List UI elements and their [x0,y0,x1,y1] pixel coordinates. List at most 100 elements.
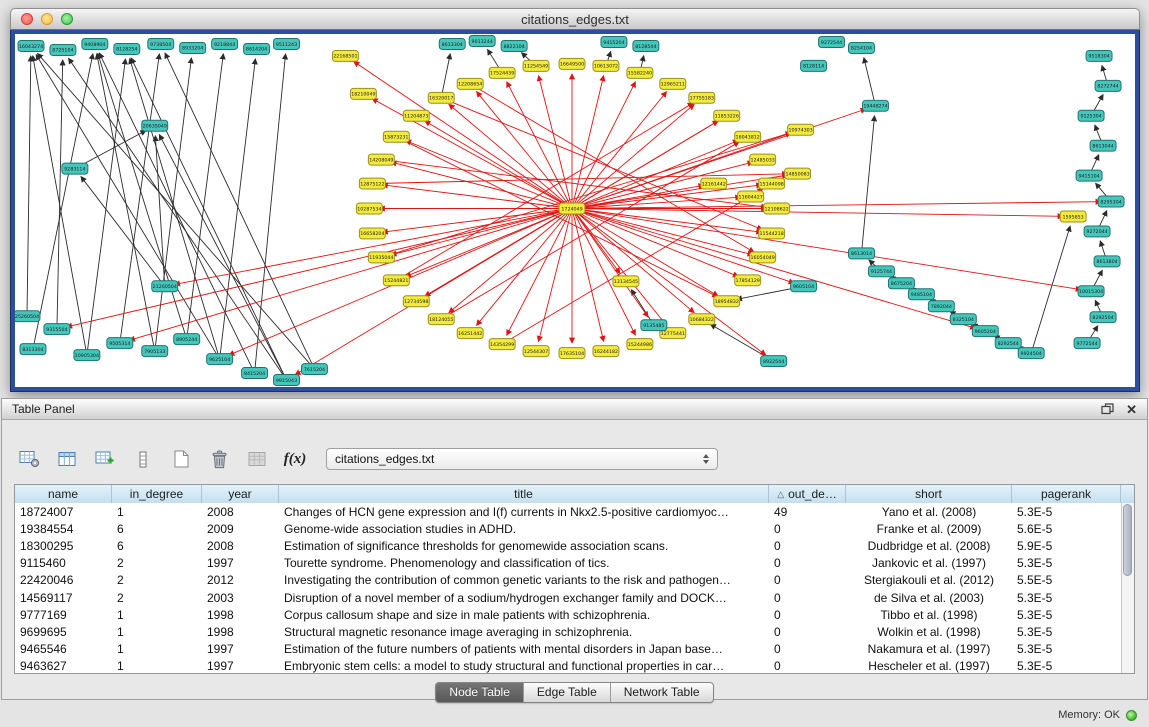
close-button[interactable] [21,13,33,25]
graph-node[interactable]: 15144098 [759,178,785,189]
column-header-year[interactable]: year [202,485,279,503]
graph-edge[interactable] [27,56,31,316]
graph-node[interactable]: 10015304 [1078,286,1104,297]
graph-node[interactable]: 8272744 [1095,80,1121,91]
graph-node[interactable]: 9415104 [1076,170,1102,181]
graph-edge[interactable] [572,202,1101,209]
graph-edge[interactable] [36,55,220,360]
graph-edge[interactable] [129,209,572,341]
graph-node[interactable]: 9518304 [1086,50,1112,61]
graph-node[interactable]: 9605104 [791,281,817,292]
graph-node[interactable]: 9125304 [1078,110,1104,121]
graph-node[interactable]: 7905133 [142,346,168,357]
graph-node[interactable]: 9772544 [1074,338,1100,349]
graph-node[interactable]: 16649500 [559,58,585,69]
graph-node[interactable]: 8415204 [242,368,268,379]
graph-node[interactable]: 9738504 [148,38,174,49]
zoom-button[interactable] [61,13,73,25]
graph-node[interactable]: 16043274 [18,40,44,51]
graph-edge[interactable] [131,58,286,380]
graph-node[interactable]: 21260504 [152,281,178,292]
graph-node[interactable]: 19448274 [862,100,888,111]
graph-edge[interactable] [67,209,572,327]
graph-edge[interactable] [81,177,165,287]
graph-node[interactable]: 15873231 [383,131,409,142]
graph-node[interactable]: 15582240 [627,67,653,78]
graph-node[interactable]: 16320017 [428,92,454,103]
graph-edge[interactable] [33,54,93,349]
graph-node[interactable]: 12485033 [750,154,776,165]
table-row[interactable]: 1830029562008Estimation of significance … [15,537,1134,554]
graph-node[interactable]: 10287534 [356,203,382,214]
graph-node[interactable]: 15244821 [383,275,409,286]
graph-node[interactable]: 9218844 [212,38,238,49]
graph-node[interactable]: 12544307 [523,346,549,357]
function-builder-icon[interactable]: f(x) [284,451,307,468]
graph-edge[interactable] [396,103,693,280]
table-selector-dropdown[interactable]: citations_edges.txt [326,448,718,470]
graph-node[interactable]: 12734598 [403,296,429,307]
column-header-name[interactable]: name [15,485,112,503]
graph-node[interactable]: 8292504 [1090,312,1116,323]
graph-node[interactable]: 9013244 [469,35,495,46]
graph-edge[interactable] [864,58,876,106]
graph-node[interactable]: 16043812 [735,131,761,142]
network-window[interactable]: citations_edges.txt 17240491210862211544… [10,8,1140,392]
graph-edge[interactable] [572,109,866,209]
row-tools-icon[interactable] [130,447,156,471]
graph-node[interactable]: 8613304 [439,38,465,49]
table-row[interactable]: 1456911722003Disruption of a novel membe… [15,589,1134,606]
graph-node[interactable]: 8292544 [995,338,1021,349]
graph-node[interactable]: 11604427 [738,191,764,202]
graph-node[interactable]: 9915043 [274,375,300,386]
graph-edge[interactable] [441,54,450,98]
column-visibility-icon[interactable] [54,447,80,471]
column-header-pagerank[interactable]: pagerank [1012,485,1121,503]
graph-node[interactable]: 16658204 [359,228,385,239]
tab-edge-table[interactable]: Edge Table [524,683,611,702]
float-panel-icon[interactable] [1101,403,1114,415]
graph-node[interactable]: 17524439 [489,67,515,78]
delete-table-icon[interactable] [206,447,232,471]
graph-node[interactable]: 8128114 [801,60,827,71]
graph-node[interactable]: 18954832 [714,296,740,307]
graph-node[interactable]: 1595853 [1060,211,1086,222]
graph-node[interactable]: 9605204 [972,326,998,337]
table-row[interactable]: 977716911998Corpus callosum shape and si… [15,606,1134,623]
graph-node[interactable]: 8613804 [1094,256,1120,267]
graph-edge[interactable] [372,99,572,209]
graph-node[interactable]: 8822104 [501,40,527,51]
graph-node[interactable]: 11853226 [714,110,740,121]
graph-edge[interactable] [255,54,286,373]
graph-edge[interactable] [861,116,874,254]
graph-node[interactable]: 16054049 [750,252,776,263]
table-row[interactable]: 946554611997Estimation of the future num… [15,641,1134,658]
graph-node[interactable]: 9924504 [1018,348,1044,359]
graph-node[interactable]: 9315504 [44,324,70,335]
graph-edge[interactable] [572,209,1081,290]
graph-node[interactable]: 11204873 [403,110,429,121]
graph-edge[interactable] [1031,226,1070,353]
graph-node[interactable]: 8295304 [1098,196,1124,207]
graph-node[interactable]: 8325104 [950,314,976,325]
window-titlebar[interactable]: citations_edges.txt [10,8,1140,30]
graph-node[interactable]: 9125744 [868,266,894,277]
graph-node[interactable]: 10905304 [74,350,100,361]
graph-node[interactable]: 9283114 [62,163,88,174]
column-header-title[interactable]: title [279,485,769,503]
graph-node[interactable]: 10974303 [788,124,814,135]
scrollbar-thumb[interactable] [1123,504,1132,576]
new-file-icon[interactable] [168,447,194,471]
graph-node[interactable]: 14354299 [489,339,515,350]
graph-node[interactable]: 8725104 [50,44,76,55]
table-row[interactable]: 911546021997Tourette syndrome. Phenomeno… [15,555,1134,572]
graph-edge[interactable] [572,209,976,329]
table-row[interactable]: 1872400712008Changes of HCN gene express… [15,503,1134,520]
graph-node[interactable]: 10684322 [689,314,715,325]
graph-node[interactable]: 8254104 [849,42,875,53]
graph-node[interactable]: 8905244 [174,334,200,345]
graph-node[interactable]: 15244986 [627,339,653,350]
graph-node[interactable]: 16244182 [593,346,619,357]
graph-edge[interactable] [165,53,314,369]
graph-node[interactable]: 16251442 [457,328,483,339]
